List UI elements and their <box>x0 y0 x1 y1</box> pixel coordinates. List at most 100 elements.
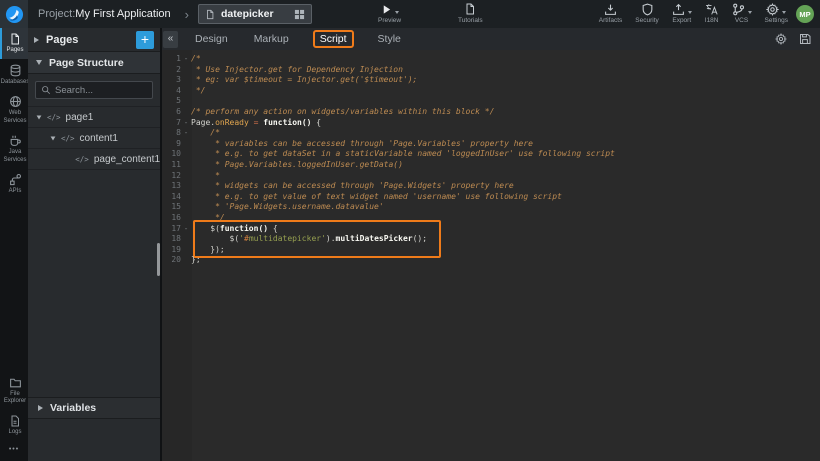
fold-marker[interactable]: - <box>181 224 191 235</box>
topbar-action-security[interactable]: Security <box>635 2 658 24</box>
caret-down-icon <box>782 11 786 14</box>
fold-marker <box>181 139 191 150</box>
code-line-2[interactable]: 2 * Use Injector.get for Dependency Inje… <box>162 65 820 76</box>
code-line-8[interactable]: 8- /* <box>162 128 820 139</box>
line-number: 20 <box>162 255 181 266</box>
download-icon <box>604 3 617 16</box>
tree-item-content1[interactable]: </>content1 <box>28 128 160 149</box>
fold-marker <box>181 181 191 192</box>
left-icon-rail: PagesDatabasesWeb ServicesJava ServicesA… <box>0 28 28 461</box>
line-number: 6 <box>162 107 181 118</box>
code-line-14[interactable]: 14 * e.g. to get value of text widget na… <box>162 192 820 203</box>
pages-panel-title: Pages <box>46 34 78 46</box>
sidebar-item-pages[interactable]: Pages <box>0 28 28 59</box>
tree-item-page_content1[interactable]: </>page_content1 <box>28 149 160 170</box>
user-avatar[interactable]: MP <box>796 5 814 23</box>
preview-caret-icon[interactable] <box>395 11 399 14</box>
tab-markup[interactable]: Markup <box>254 33 289 45</box>
tab-design[interactable]: Design <box>195 33 228 45</box>
sidebar-item-java-services[interactable]: Java Services <box>0 129 28 168</box>
caret-down-icon <box>748 11 752 14</box>
book-icon <box>464 3 476 15</box>
grid-icon[interactable] <box>294 9 305 20</box>
caret-down-icon[interactable] <box>37 115 42 119</box>
fold-marker[interactable]: - <box>181 54 191 65</box>
caret-down-icon[interactable] <box>51 136 56 140</box>
panel-scrollbar[interactable] <box>157 243 160 276</box>
line-number: 19 <box>162 245 181 256</box>
pages-panel-header[interactable]: Pages + <box>28 28 160 52</box>
topbar-action-artifacts[interactable]: Artifacts <box>599 2 622 24</box>
line-number: 11 <box>162 160 181 171</box>
widget-code-icon: </> <box>61 134 75 143</box>
script-code-editor[interactable]: 1-/*2 * Use Injector.get for Dependency … <box>162 50 820 461</box>
code-line-7[interactable]: 7-Page.onReady = function() { <box>162 118 820 129</box>
caret-right-icon <box>38 405 43 411</box>
page-icon <box>9 33 21 45</box>
tree-item-page1[interactable]: </>page1 <box>28 107 160 128</box>
project-breadcrumb: Project:My First Application <box>38 8 171 20</box>
editor-area: « Design Markup Script Style 1-/*2 * Use In… <box>162 28 820 461</box>
fold-marker <box>181 255 191 266</box>
app-window: Project:My First Application › datepicke… <box>0 0 820 461</box>
variables-section-header[interactable]: Variables <box>28 397 160 419</box>
code-line-20[interactable]: 20}; <box>162 255 820 266</box>
code-line-18[interactable]: 18 $('#multidatepicker').multiDatesPicke… <box>162 234 820 245</box>
fold-marker[interactable]: - <box>181 118 191 129</box>
fold-marker <box>181 86 191 97</box>
code-line-5[interactable]: 5 <box>162 96 820 107</box>
app-logo[interactable] <box>0 0 28 28</box>
code-line-3[interactable]: 3 * eg: var $timeout = Injector.get('$ti… <box>162 75 820 86</box>
preview-button[interactable]: Preview <box>378 2 401 24</box>
code-line-6[interactable]: 6/* perform any action on widgets/variab… <box>162 107 820 118</box>
sidebar-item-web-services[interactable]: Web Services <box>0 90 28 129</box>
sidebar-item-logs[interactable]: Logs <box>0 410 28 441</box>
code-line-1[interactable]: 1-/* <box>162 54 820 65</box>
code-line-9[interactable]: 9 * variables can be accessed through 'P… <box>162 139 820 150</box>
tab-style[interactable]: Style <box>378 33 401 45</box>
line-number: 5 <box>162 96 181 107</box>
sidebar-item-apis[interactable]: APIs <box>0 168 28 200</box>
sidebar-item-databases[interactable]: Databases <box>0 59 28 91</box>
fold-marker <box>181 234 191 245</box>
caret-down-icon <box>688 11 692 14</box>
page-structure-header[interactable]: Page Structure <box>28 52 160 74</box>
more-options-icon[interactable]: ••• <box>0 440 28 461</box>
tab-script[interactable]: Script <box>315 32 352 46</box>
fold-marker <box>181 96 191 107</box>
search-icon <box>41 85 51 95</box>
line-number: 13 <box>162 181 181 192</box>
fold-marker[interactable]: - <box>181 128 191 139</box>
page-file-icon <box>205 9 215 20</box>
add-page-button[interactable]: + <box>136 31 154 49</box>
topbar-action-vcs[interactable]: VCS <box>732 2 752 24</box>
editor-settings-gear-icon[interactable] <box>775 33 787 45</box>
code-line-16[interactable]: 16 */ <box>162 213 820 224</box>
collapse-panel-button[interactable]: « <box>163 31 178 48</box>
code-line-10[interactable]: 10 * e.g. to get dataSet in a staticVari… <box>162 149 820 160</box>
fold-marker <box>181 202 191 213</box>
code-line-13[interactable]: 13 * widgets can be accessed through 'Pa… <box>162 181 820 192</box>
line-number: 2 <box>162 65 181 76</box>
code-line-12[interactable]: 12 * <box>162 171 820 182</box>
code-line-17[interactable]: 17- $(function() { <box>162 224 820 235</box>
sidebar-item-file-explorer[interactable]: File Explorer <box>0 371 28 410</box>
code-line-19[interactable]: 19 }); <box>162 245 820 256</box>
save-icon[interactable] <box>799 33 811 45</box>
open-page-tab[interactable]: datepicker <box>198 4 312 24</box>
topbar-action-i18n[interactable]: I18N <box>705 2 719 24</box>
line-number: 3 <box>162 75 181 86</box>
tutorials-button[interactable]: Tutorials <box>458 2 483 24</box>
search-area <box>28 74 160 106</box>
line-number: 14 <box>162 192 181 203</box>
topbar-action-export[interactable]: Export <box>672 2 692 24</box>
line-number: 16 <box>162 213 181 224</box>
code-line-4[interactable]: 4 */ <box>162 86 820 97</box>
caret-down-icon <box>36 60 42 65</box>
topbar-action-settings[interactable]: Settings <box>765 2 789 24</box>
code-line-15[interactable]: 15 * 'Page.Widgets.username.datavalue' <box>162 202 820 213</box>
database-icon <box>9 64 22 77</box>
fold-marker <box>181 213 191 224</box>
code-line-11[interactable]: 11 * Page.Variables.loggedInUser.getData… <box>162 160 820 171</box>
search-input[interactable] <box>55 85 147 96</box>
